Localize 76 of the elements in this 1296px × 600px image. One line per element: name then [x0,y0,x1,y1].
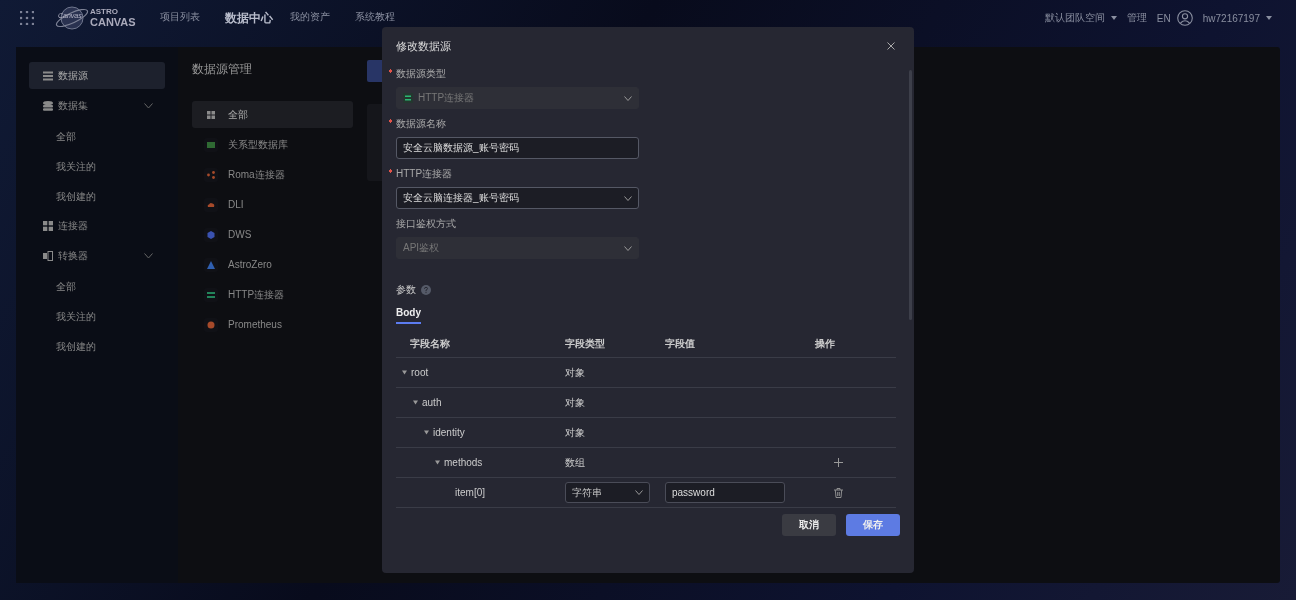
sidebar-subitem[interactable]: 我创建的 [29,332,165,362]
field-type: 对象 [565,365,586,380]
field-label: 接口鉴权方式 [395,217,456,231]
column-header: 字段名称 [409,336,451,351]
sidebar-subitem[interactable]: 我关注的 [29,152,165,182]
sidebar-item[interactable]: 数据源 [29,62,165,89]
input-field[interactable]: 安全云脑数据源_账号密码 [396,137,639,159]
nav-tab[interactable]: 数据中心 [225,9,290,27]
sidebar-subitem[interactable]: 我关注的 [29,302,165,332]
chevron-icon [624,245,632,251]
save-button[interactable]: 保存 [846,514,900,536]
chevron-icon [624,95,632,101]
expand-caret-icon[interactable] [424,430,429,435]
value-input[interactable]: password [665,482,785,503]
user-menu[interactable]: hw72167197 [1202,12,1260,24]
apps-icon[interactable] [20,11,34,25]
field-name: item[0] [455,487,485,498]
logo-text: ASTRO [90,7,119,17]
column-header: 操作 [815,336,836,351]
field-name: identity [433,427,465,438]
nav-tab[interactable]: 系统教程 [355,9,420,27]
add-icon[interactable] [834,458,843,467]
caret-icon[interactable] [1110,16,1117,20]
column-header: 字段值 [665,336,696,351]
sidebar-subitem[interactable]: 全部 [29,272,165,302]
column-header: 字段类型 [565,336,606,351]
field-label: 数据源类型 [389,67,446,81]
type-item[interactable]: HTTP连接器 [192,281,353,308]
field-label: HTTP连接器 [389,167,453,181]
field-type: 对象 [565,425,586,440]
chevron-icon [624,195,632,201]
language-link[interactable]: EN [1156,12,1171,24]
type-item[interactable]: DWS [192,221,353,248]
type-item[interactable]: Roma连接器 [192,161,353,188]
type-item[interactable]: 全部 [192,101,353,128]
chevron-icon [635,490,643,495]
close-icon[interactable] [887,42,895,50]
team-dropdown[interactable]: 默认团队空间 [1044,11,1105,25]
logo-text: CANVAS [90,16,136,29]
select-field[interactable]: 安全云脑连接器_账号密码 [396,187,639,209]
nav-tab[interactable]: 我的资产 [290,9,355,27]
type-item[interactable]: Prometheus [192,311,353,338]
expand-caret-icon[interactable] [402,370,407,375]
field-type: 数组 [565,455,586,470]
list-icon [43,70,53,81]
panel-title: 数据源管理 [192,61,253,78]
field-type: 对象 [565,395,586,410]
trash-icon[interactable] [834,487,843,498]
cancel-button[interactable]: 取消 [782,514,836,536]
sidebar-item[interactable]: 数据集 [29,92,165,119]
section-label: 参数 [396,283,416,297]
manage-link[interactable]: 管理 [1126,11,1147,25]
field-name: auth [422,397,442,408]
nav-tab[interactable]: 项目列表 [160,9,225,27]
expand-caret-icon[interactable] [435,460,440,465]
sidebar-subitem[interactable]: 全部 [29,122,165,152]
sidebar-item[interactable]: 转换器 [29,242,165,269]
dialog-title: 修改数据源 [396,38,451,54]
type-item[interactable]: DLI [192,191,353,218]
caret-icon[interactable] [1266,16,1272,20]
field-label: 数据源名称 [389,117,446,131]
field-name: methods [444,457,483,468]
connector-icon [403,93,413,103]
type-item[interactable]: 关系型数据库 [192,131,353,158]
field-name: root [411,367,429,378]
planet-logo-icon [54,3,90,33]
type-select[interactable]: 字符串 [565,482,650,503]
type-item[interactable]: AstroZero [192,251,353,278]
expand-caret-icon[interactable] [413,400,418,405]
cubes-icon [43,250,53,261]
tab[interactable]: Body [396,307,421,324]
grid-icon [43,220,53,231]
database-icon [43,100,53,111]
sidebar-subitem[interactable]: 我创建的 [29,182,165,212]
sidebar-item[interactable]: 连接器 [29,212,165,239]
user-avatar-icon[interactable] [1176,10,1193,26]
